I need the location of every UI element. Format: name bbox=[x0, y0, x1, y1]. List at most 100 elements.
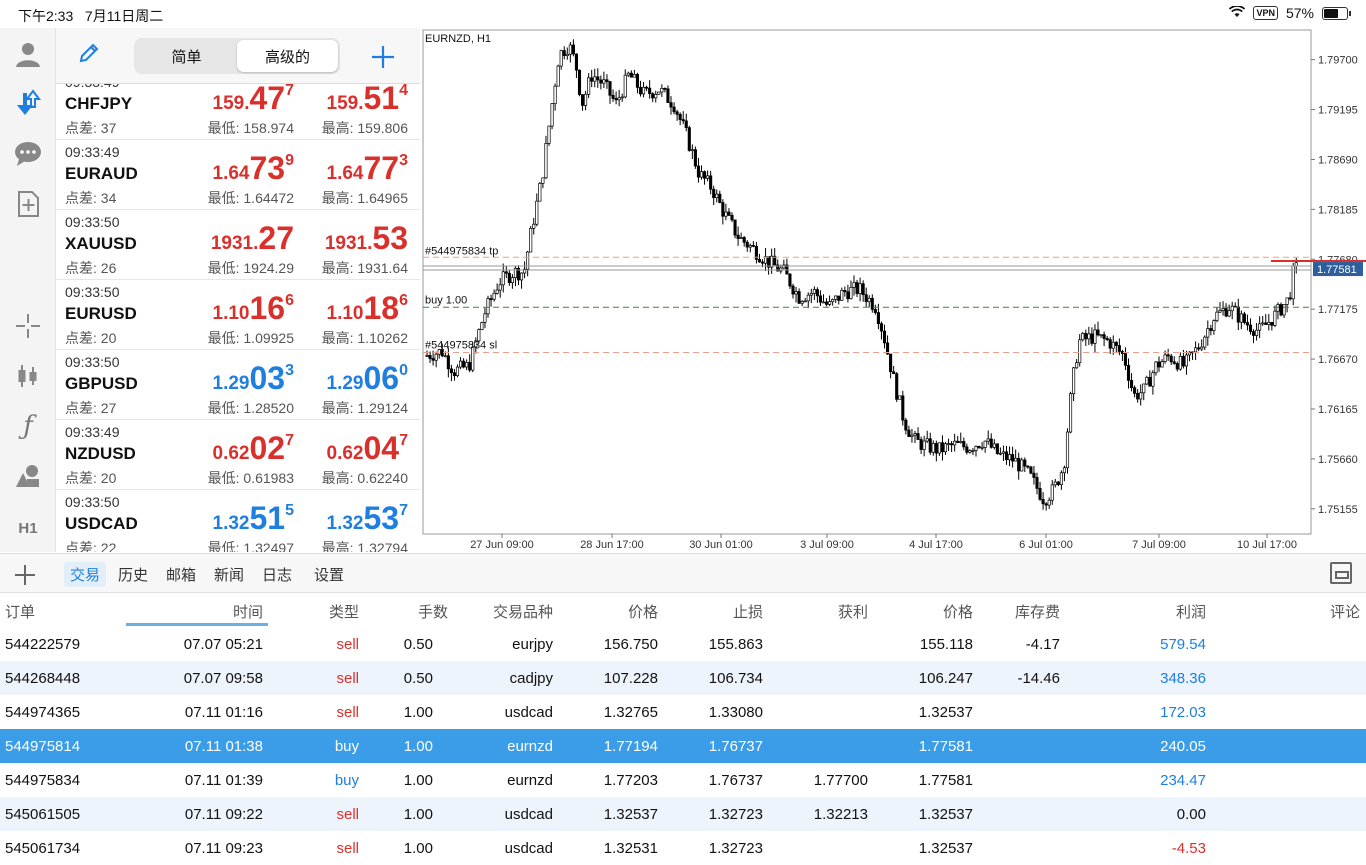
bid-price[interactable]: 1.64739 bbox=[213, 150, 294, 187]
candle-body bbox=[1126, 364, 1131, 381]
candles-icon[interactable] bbox=[8, 358, 48, 394]
bid-price[interactable]: 1931.27 bbox=[211, 220, 294, 257]
ask-price[interactable]: 159.514 bbox=[327, 84, 408, 117]
candle-body bbox=[803, 300, 807, 303]
quote-spread: 点差: 34 bbox=[65, 190, 117, 206]
candle-body bbox=[458, 360, 463, 368]
view-mode-segmented: 简单 高级的 bbox=[134, 38, 340, 74]
col-time[interactable]: 时间 bbox=[233, 601, 263, 622]
quote-row[interactable]: 09:33:50 EURUSD 点差: 20 1.10166 1.10186 最低: 1.… bbox=[56, 280, 420, 350]
quote-high: 最高: 1.64965 bbox=[321, 190, 408, 206]
ask-price[interactable]: 1.10186 bbox=[327, 290, 408, 327]
bid-price[interactable]: 1.32515 bbox=[213, 500, 294, 537]
quote-row[interactable]: 09:33:50 XAUUSD 点差: 26 1931.27 1931.53 最低: 19… bbox=[56, 210, 420, 280]
bid-price[interactable]: 0.62027 bbox=[213, 430, 294, 467]
table-row[interactable]: 544975834 07.11 01:39 buy 1.00 eurnzd 1.77203… bbox=[0, 763, 1366, 797]
tab-simple[interactable]: 简单 bbox=[136, 40, 237, 72]
tab-settings[interactable]: 设置 bbox=[308, 562, 350, 587]
candle-body bbox=[571, 44, 575, 55]
layout-toggle-icon[interactable] bbox=[1330, 562, 1352, 584]
candle-body bbox=[562, 50, 566, 56]
col-tp[interactable]: 获利 bbox=[838, 601, 868, 622]
candle-body bbox=[498, 284, 502, 291]
cell-time: 07.11 01:16 bbox=[184, 704, 263, 721]
quote-row[interactable]: 09:33:50 GBPUSD 点差: 27 1.29033 1.29060 最低: 1.… bbox=[56, 350, 420, 420]
candle-body bbox=[1184, 354, 1189, 367]
tab-history[interactable]: 历史 bbox=[112, 562, 154, 587]
col-swap[interactable]: 库存费 bbox=[1015, 601, 1060, 622]
new-order-icon[interactable] bbox=[8, 186, 48, 222]
quote-high: 最高: 1.32794 bbox=[321, 540, 408, 552]
candle-body bbox=[1072, 367, 1076, 395]
candle-body bbox=[553, 85, 557, 104]
col-symbol[interactable]: 交易品种 bbox=[493, 601, 553, 622]
price-chart[interactable]: EURNZD, H1 1.79700 1.79195 1.78690 1.78185 1.… bbox=[421, 28, 1366, 552]
quote-row[interactable]: 09:33:50 USDCAD 点差: 22 1.32515 1.32537 最低: 1.… bbox=[56, 490, 420, 552]
timeframe-icon[interactable]: H1 bbox=[8, 510, 48, 546]
candle-body bbox=[876, 312, 880, 324]
col-price[interactable]: 价格 bbox=[628, 601, 658, 622]
pencil-icon[interactable] bbox=[78, 42, 100, 70]
table-row[interactable]: 544268448 07.07 09:58 sell 0.50 cadjpy 107.22… bbox=[0, 661, 1366, 695]
bid-prefix: 1931. bbox=[210, 233, 259, 254]
col-type[interactable]: 类型 bbox=[329, 601, 359, 622]
table-row[interactable]: 544974365 07.11 01:16 sell 1.00 usdcad 1.3276… bbox=[0, 695, 1366, 729]
candle-body bbox=[1294, 262, 1298, 267]
candle-body bbox=[934, 443, 938, 454]
candle-body bbox=[745, 241, 749, 248]
ask-price[interactable]: 1.32537 bbox=[327, 500, 408, 537]
left-toolbar: ƒ H1 bbox=[0, 28, 56, 552]
candle-body bbox=[642, 86, 646, 95]
candle-body bbox=[901, 395, 905, 421]
objects-icon[interactable] bbox=[8, 458, 48, 494]
candle-body bbox=[666, 88, 670, 103]
crosshair-icon[interactable] bbox=[8, 308, 48, 344]
ask-price[interactable]: 1.64773 bbox=[327, 150, 408, 187]
bid-price[interactable]: 1.29033 bbox=[213, 360, 294, 397]
table-row[interactable]: 545061734 07.11 09:23 sell 1.00 usdcad 1.3253… bbox=[0, 831, 1366, 865]
chat-icon[interactable] bbox=[8, 136, 48, 172]
account-icon[interactable] bbox=[8, 36, 48, 72]
candle-body bbox=[873, 308, 877, 313]
add-symbol-button[interactable] bbox=[370, 36, 396, 78]
add-order-icon[interactable] bbox=[14, 558, 36, 593]
ask-price[interactable]: 1.29060 bbox=[327, 360, 408, 397]
col-order[interactable]: 订单 bbox=[5, 601, 35, 622]
candle-body bbox=[821, 301, 826, 304]
tab-advanced[interactable]: 高级的 bbox=[237, 40, 338, 72]
candle-body bbox=[730, 214, 734, 221]
table-row[interactable]: 544222579 07.07 05:21 sell 0.50 eurjpy 156.75… bbox=[0, 627, 1366, 661]
chart-canvas[interactable]: EURNZD, H1 1.79700 1.79195 1.78690 1.78185 1.… bbox=[421, 28, 1366, 552]
tab-trade[interactable]: 交易 bbox=[64, 562, 107, 587]
quote-row[interactable]: 09:33:49 NZDUSD 点差: 20 0.62027 0.62047 最低: 0.… bbox=[56, 420, 420, 490]
bid-price[interactable]: 159.477 bbox=[213, 84, 294, 117]
cell-sl: 1.32723 bbox=[708, 840, 763, 857]
ask-prefix: 159. bbox=[326, 93, 364, 114]
col-volume[interactable]: 手数 bbox=[418, 601, 448, 622]
quote-row[interactable]: 09:33:49CHFJPY点差: 37159.477159.514最低: 15… bbox=[56, 84, 420, 140]
table-row[interactable]: 545061505 07.11 09:22 sell 1.00 usdcad 1.3253… bbox=[0, 797, 1366, 831]
candle-body bbox=[1001, 451, 1006, 454]
col-sl[interactable]: 止损 bbox=[733, 601, 763, 622]
quote-row[interactable]: 09:33:49 EURAUD 点差: 34 1.64739 1.64773 最低: 1.… bbox=[56, 140, 420, 210]
col-current-price[interactable]: 价格 bbox=[943, 601, 973, 622]
ask-price[interactable]: 1931.53 bbox=[325, 220, 408, 257]
quotes-icon[interactable] bbox=[8, 86, 48, 122]
candle-body bbox=[1215, 311, 1219, 321]
cell-current-price: 1.32537 bbox=[918, 806, 973, 823]
cell-symbol: usdcad bbox=[504, 704, 553, 721]
ask-prefix: 1.32 bbox=[326, 513, 364, 534]
candle-body bbox=[852, 282, 856, 288]
quote-spread: 点差: 20 bbox=[65, 470, 117, 486]
indicator-icon[interactable]: ƒ bbox=[8, 408, 48, 444]
col-comment[interactable]: 评论 bbox=[1330, 601, 1360, 622]
bid-price[interactable]: 1.10166 bbox=[213, 290, 294, 327]
tab-news[interactable]: 新闻 bbox=[208, 562, 250, 587]
candle-body bbox=[971, 450, 975, 452]
col-profit[interactable]: 利润 bbox=[1176, 601, 1206, 622]
table-row[interactable]: 544975814 07.11 01:38 buy 1.00 eurnzd 1.77194… bbox=[0, 729, 1366, 763]
tab-mailbox[interactable]: 邮箱 bbox=[160, 562, 202, 587]
tab-journal[interactable]: 日志 bbox=[256, 562, 298, 587]
ask-price[interactable]: 0.62047 bbox=[327, 430, 408, 467]
candle-body bbox=[907, 429, 911, 437]
